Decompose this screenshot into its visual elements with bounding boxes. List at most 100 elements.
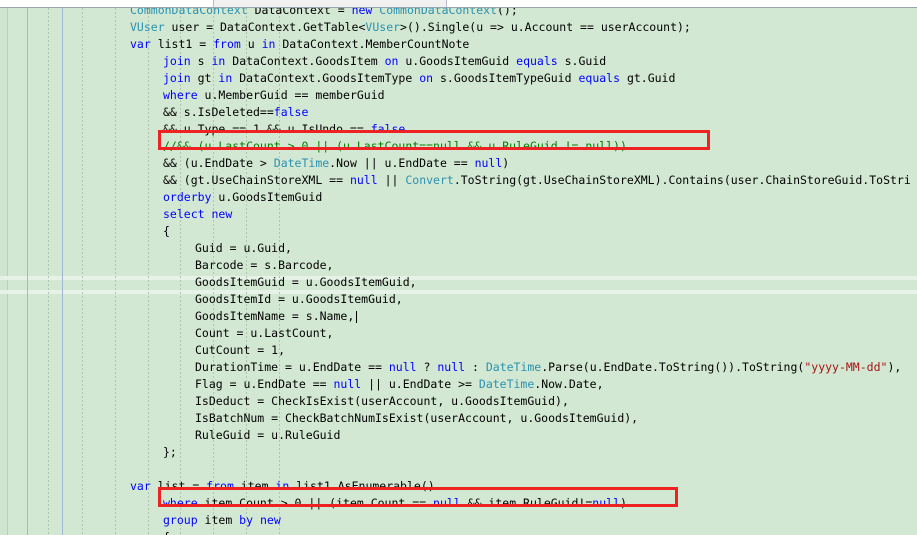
code-token-plain: || — [377, 173, 406, 187]
code-line[interactable]: join s in DataContext.GoodsItem on u.Goo… — [163, 53, 606, 70]
code-token-type: VUser — [130, 20, 165, 34]
code-token-plain: u.GoodsItemGuid — [398, 54, 517, 68]
code-token-kw: in — [275, 479, 290, 493]
code-token-type: VUser — [365, 20, 401, 34]
code-token-plain: && s.IsDeleted== — [163, 105, 274, 119]
code-token-kw: from — [213, 37, 241, 51]
code-line[interactable]: && s.IsDeleted==false — [163, 104, 308, 121]
code-line[interactable]: && u.Type == 1 && u.IsUndo == false — [163, 121, 405, 138]
code-line[interactable]: join gt in DataContext.GoodsItemType on … — [163, 70, 675, 87]
editor-left-gutter[interactable] — [0, 8, 8, 535]
code-token-kw: join — [163, 71, 191, 85]
code-token-plain: (); — [496, 8, 518, 17]
indent-guide — [82, 8, 83, 535]
code-line[interactable]: group item by new — [163, 512, 281, 529]
code-token-plain: && (gt.UseChainStoreXML == — [163, 173, 350, 187]
code-token-plain: list1.AsEnumerable() — [289, 479, 435, 493]
code-token-plain: IsDeduct = CheckIsExist(userAccount, u.G… — [195, 394, 569, 408]
code-token-plain: item.Count > 0 || (item.Count == — [197, 496, 434, 510]
code-token-type: CommonDataContext — [379, 8, 497, 17]
code-line[interactable]: IsDeduct = CheckIsExist(userAccount, u.G… — [195, 393, 569, 410]
code-token-plain: item — [233, 479, 276, 493]
code-token-kw: where — [163, 88, 198, 102]
code-token-plain: { — [163, 530, 170, 535]
code-line[interactable]: Guid = u.Guid, — [195, 240, 292, 257]
code-token-plain: ? — [416, 360, 438, 374]
code-token-type: Convert — [405, 173, 454, 187]
code-token-plain: && item.RuleGuid!= — [460, 496, 593, 510]
code-editor-surface[interactable]: CommonDataContext DataContext = new Comm… — [0, 8, 917, 535]
code-token-kw: null — [349, 173, 378, 187]
code-line[interactable]: Flag = u.EndDate == null || u.EndDate >=… — [195, 376, 604, 393]
code-token-plain: && (u.EndDate > — [163, 156, 274, 170]
code-token-plain: { — [163, 224, 170, 238]
code-line[interactable]: where item.Count > 0 || (item.Count == n… — [163, 495, 627, 512]
code-token-plain: GoodsItemId = u.GoodsItemGuid, — [195, 292, 403, 306]
code-token-kw: in — [218, 71, 233, 85]
editor-tab-strip[interactable] — [213, 0, 447, 7]
code-token-plain: DataContext.MemberCountNote — [275, 37, 470, 51]
code-token-kw: var — [130, 37, 151, 51]
code-token-plain: Flag = u.EndDate == — [195, 377, 334, 391]
code-token-plain: GoodsItemName = s.Name, — [195, 309, 355, 323]
code-line[interactable]: where u.MemberGuid == memberGuid — [163, 87, 385, 104]
code-token-plain: DurationTime = u.EndDate == — [195, 360, 389, 374]
code-fold-rail[interactable] — [62, 8, 63, 535]
code-line[interactable]: { — [163, 223, 170, 240]
code-token-plain: s — [190, 54, 212, 68]
code-token-plain: u.GoodsItemGuid — [211, 190, 323, 204]
code-line[interactable]: var list1 = from u in DataContext.Member… — [130, 36, 469, 53]
code-line[interactable]: orderby u.GoodsItemGuid — [163, 189, 322, 206]
code-token-plain: Barcode = s.Barcode, — [195, 258, 334, 272]
indent-guide — [48, 8, 49, 535]
code-line[interactable]: CutCount = 1, — [195, 342, 285, 359]
code-token-plain: ), — [887, 360, 902, 374]
code-token-plain: item — [197, 513, 240, 527]
code-token-kw: join — [163, 54, 191, 68]
code-token-type: DateTime — [273, 156, 330, 170]
code-token-plain: .Now.Date, — [534, 377, 604, 391]
code-fold-rail[interactable] — [27, 8, 28, 535]
code-line[interactable]: CommonDataContext DataContext = new Comm… — [130, 8, 518, 19]
code-token-kw: where — [163, 496, 198, 510]
code-line[interactable]: DurationTime = u.EndDate == null ? null … — [195, 359, 901, 376]
code-token-type: DateTime — [485, 360, 542, 374]
code-line[interactable]: var list = from item in list1.AsEnumerab… — [130, 478, 435, 495]
code-token-str: "yyyy-MM-dd" — [804, 360, 888, 374]
code-line[interactable]: GoodsItemGuid = u.GoodsItemGuid, — [195, 274, 417, 291]
code-line[interactable]: VUser user = DataContext.GetTable<VUser>… — [130, 19, 691, 36]
code-token-plain: && u.Type == 1 && u.IsUndo == — [163, 122, 371, 136]
code-token-plain: u.MemberGuid == memberGuid — [197, 88, 385, 102]
code-line[interactable]: //&& (u.LastCount > 0 || (u.LastCount==n… — [163, 138, 627, 155]
selection-band — [0, 276, 917, 280]
code-line[interactable]: Count = u.LastCount, — [195, 325, 333, 342]
code-token-type: DateTime — [478, 377, 535, 391]
code-token-kw: new — [351, 8, 373, 17]
code-token-plain: user = DataContext.GetTable< — [164, 20, 366, 34]
code-token-kw: null — [433, 496, 461, 510]
code-token-kw: in — [211, 54, 226, 68]
code-line[interactable]: RuleGuid = u.RuleGuid — [195, 427, 340, 444]
code-token-plain: >().Single(u => u.Account == userAccount… — [400, 20, 691, 34]
code-line[interactable]: GoodsItemName = s.Name, — [195, 308, 358, 325]
code-token-plain: ) — [502, 156, 510, 170]
code-line[interactable]: && (u.EndDate > DateTime.Now || u.EndDat… — [163, 155, 509, 172]
code-token-plain: IsBatchNum = CheckBatchNumIsExist(userAc… — [195, 411, 639, 425]
code-token-plain: u — [240, 37, 262, 51]
code-line[interactable]: && (gt.UseChainStoreXML == null || Conve… — [163, 172, 911, 189]
code-token-cmt: //&& (u.LastCount > 0 || (u.LastCount==n… — [163, 139, 627, 153]
code-token-kw: new — [259, 513, 281, 527]
code-token-plain: list1 = — [150, 37, 214, 51]
code-line[interactable]: select new — [163, 206, 232, 223]
code-token-plain: gt.Guid — [620, 71, 676, 85]
code-line[interactable]: Barcode = s.Barcode, — [195, 257, 333, 274]
code-line[interactable]: IsBatchNum = CheckBatchNumIsExist(userAc… — [195, 410, 638, 427]
code-line[interactable]: }; — [163, 444, 177, 461]
code-line[interactable]: { — [163, 529, 170, 535]
code-token-plain: RuleGuid = u.RuleGuid — [195, 428, 341, 442]
code-token-kw: null — [437, 360, 466, 374]
chrome-divider — [0, 7, 917, 8]
code-line[interactable]: GoodsItemId = u.GoodsItemGuid, — [195, 291, 403, 308]
code-token-kw: equals — [516, 54, 558, 68]
